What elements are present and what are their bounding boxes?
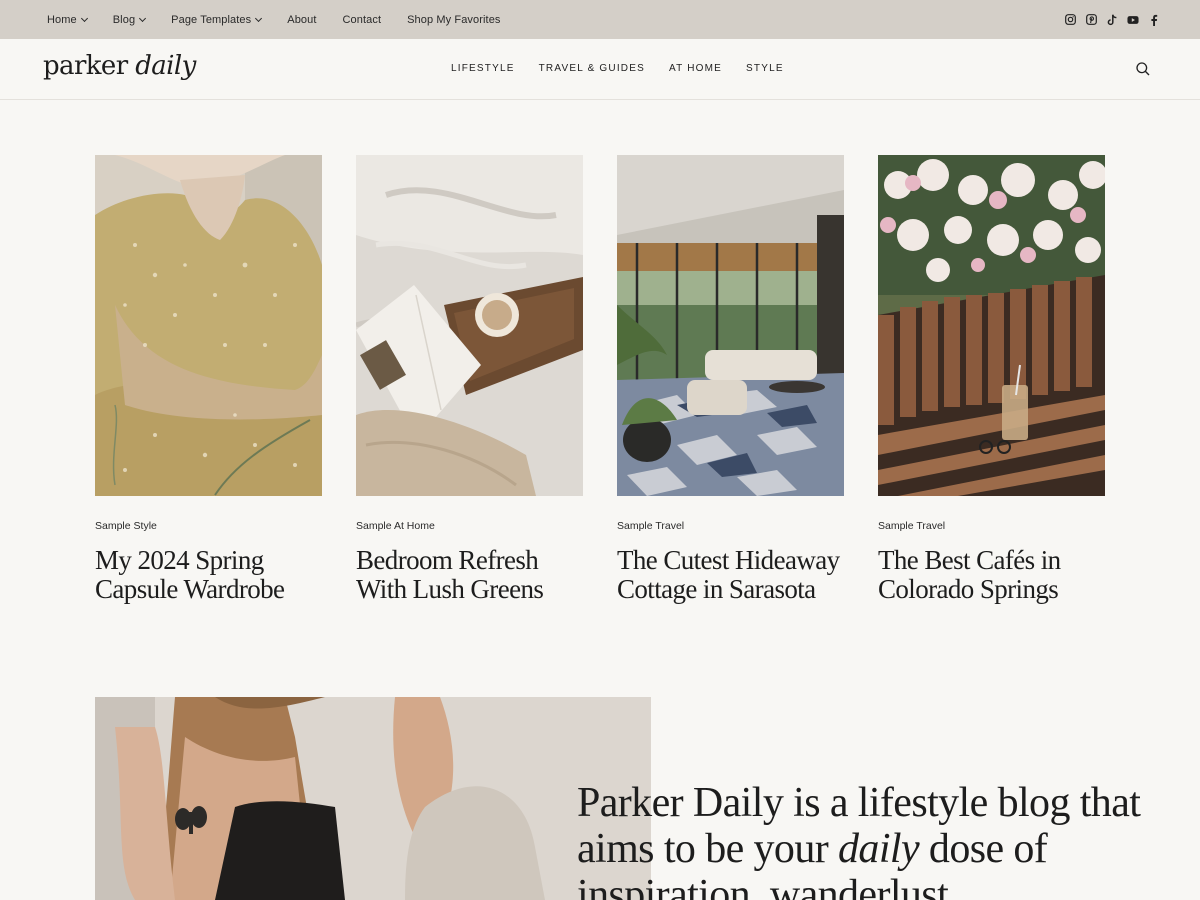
top-nav-page-templates-label: Page Templates	[171, 13, 252, 26]
post-category[interactable]: Sample Style	[95, 520, 322, 532]
top-nav-contact[interactable]: Contact	[343, 14, 382, 26]
top-nav: Home Blog Page Templates About Contact S…	[47, 14, 527, 26]
youtube-icon[interactable]	[1127, 14, 1139, 26]
post-image-floral-dress[interactable]	[95, 155, 322, 496]
intro-text-italic: daily	[838, 826, 920, 872]
top-nav-shop-my-favorites[interactable]: Shop My Favorites	[407, 14, 500, 26]
instagram-icon[interactable]	[1064, 14, 1076, 26]
tiktok-icon[interactable]	[1106, 14, 1118, 26]
top-nav-about[interactable]: About	[287, 14, 316, 26]
post-card[interactable]: Sample Travel The Best Cafés in Colorado…	[878, 155, 1105, 604]
post-image-bedroom[interactable]	[356, 155, 583, 496]
site-header: parker daily LIFESTYLE TRAVEL & GUIDES A…	[0, 39, 1200, 100]
logo-text: parker	[43, 51, 136, 81]
search-button[interactable]	[1135, 61, 1151, 77]
main-nav-at-home[interactable]: AT HOME	[669, 63, 722, 74]
post-card[interactable]: Sample Style My 2024 Spring Capsule Ward…	[95, 155, 322, 604]
post-image-cafe-flowers[interactable]	[878, 155, 1105, 496]
social-links	[1064, 14, 1160, 26]
post-image-cottage-interior[interactable]	[617, 155, 844, 496]
main-nav-travel-guides[interactable]: TRAVEL & GUIDES	[539, 63, 645, 74]
top-nav-page-templates[interactable]: Page Templates	[171, 13, 263, 26]
post-category[interactable]: Sample At Home	[356, 520, 583, 532]
post-title[interactable]: The Best Cafés in Colorado Springs	[878, 546, 1105, 604]
intro-statement: Parker Daily is a lifestyle blog that ai…	[577, 780, 1177, 900]
logo-text-italic: daily	[135, 51, 196, 81]
top-nav-blog[interactable]: Blog	[112, 13, 147, 26]
top-nav-home[interactable]: Home	[47, 13, 88, 26]
site-logo[interactable]: parker daily	[43, 51, 196, 81]
search-icon	[1136, 62, 1150, 76]
main-nav: LIFESTYLE TRAVEL & GUIDES AT HOME STYLE	[451, 63, 784, 74]
post-title[interactable]: My 2024 Spring Capsule Wardrobe	[95, 546, 322, 604]
top-nav-home-label: Home	[47, 13, 77, 26]
post-category[interactable]: Sample Travel	[617, 520, 844, 532]
intro-photo-woman	[95, 697, 651, 900]
pinterest-icon[interactable]	[1085, 14, 1097, 26]
featured-posts: Sample Style My 2024 Spring Capsule Ward…	[95, 155, 1105, 604]
chevron-down-icon	[255, 14, 263, 22]
main-nav-lifestyle[interactable]: LIFESTYLE	[451, 63, 515, 74]
post-title[interactable]: The Cutest Hideaway Cottage in Sarasota	[617, 546, 844, 604]
post-title[interactable]: Bedroom Refresh With Lush Greens	[356, 546, 583, 604]
facebook-icon[interactable]	[1148, 14, 1160, 26]
main-nav-style[interactable]: STYLE	[746, 63, 784, 74]
top-utility-bar: Home Blog Page Templates About Contact S…	[0, 0, 1200, 39]
post-card[interactable]: Sample Travel The Cutest Hideaway Cottag…	[617, 155, 844, 604]
post-category[interactable]: Sample Travel	[878, 520, 1105, 532]
top-nav-blog-label: Blog	[112, 13, 136, 26]
chevron-down-icon	[80, 14, 88, 22]
post-card[interactable]: Sample At Home Bedroom Refresh With Lush…	[356, 155, 583, 604]
chevron-down-icon	[139, 14, 147, 22]
